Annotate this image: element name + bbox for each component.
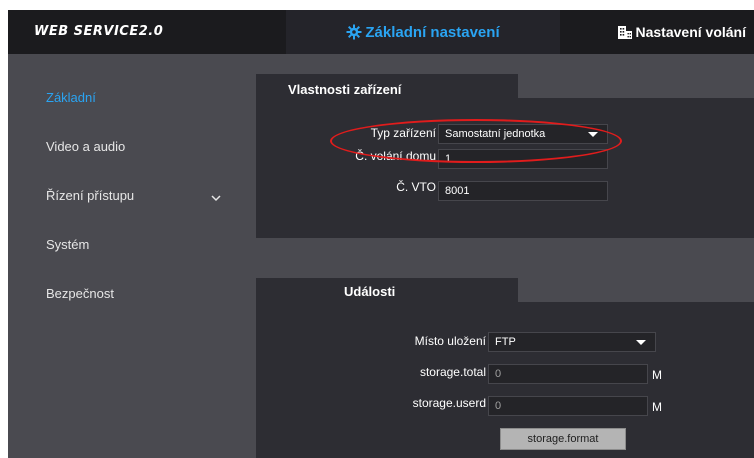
building-icon — [617, 24, 633, 40]
sidebar: Základní Video a audio Řízení přístupu S… — [8, 54, 248, 458]
chevron-down-icon[interactable] — [211, 189, 221, 207]
tab-call-label: Nastavení volání — [635, 24, 747, 40]
sidebar-item-access-control[interactable]: Řízení přístupu — [46, 188, 134, 203]
tab-device-properties[interactable]: Vlastnosti zařízení — [256, 74, 518, 98]
device-properties-title: Vlastnosti zařízení — [288, 82, 402, 97]
storage-used-label: storage.userd — [412, 396, 486, 410]
app-logo: WEB SERVICE2.0 — [34, 24, 164, 39]
events-panel: Místo uložení FTP storage.total 0 M stor… — [256, 302, 754, 458]
storage-total-label: storage.total — [419, 365, 486, 379]
storage-location-value: FTP — [495, 336, 516, 348]
vto-number-label: Č. VTO — [396, 180, 436, 194]
highlight-ellipse — [330, 119, 622, 163]
tab-call-settings[interactable]: Nastavení volání — [560, 10, 754, 54]
tab-basic-settings[interactable]: Základní nastavení — [286, 10, 560, 54]
storage-location-label: Místo uložení — [414, 334, 486, 348]
gear-icon — [346, 24, 362, 40]
app-window: WEB SERVICE2.0 Základní nastavení Nastav… — [8, 10, 754, 458]
dropdown-arrow-icon — [636, 340, 646, 345]
storage-used-unit: M — [652, 400, 662, 414]
sidebar-item-system[interactable]: Systém — [46, 237, 89, 252]
tab-basic-label: Základní nastavení — [365, 23, 500, 41]
sidebar-item-security[interactable]: Bezpečnost — [46, 286, 114, 301]
storage-location-select[interactable]: FTP — [488, 332, 656, 352]
sidebar-item-basic[interactable]: Základní — [46, 90, 96, 105]
events-title: Události — [344, 284, 396, 299]
top-bar: WEB SERVICE2.0 Základní nastavení Nastav… — [8, 10, 754, 54]
sidebar-item-video-audio[interactable]: Video a audio — [46, 139, 125, 154]
storage-total-unit: M — [652, 368, 662, 382]
storage-format-button[interactable]: storage.format — [500, 428, 626, 450]
storage-used-input[interactable]: 0 — [488, 396, 648, 416]
tab-events[interactable]: Události — [256, 278, 518, 302]
storage-total-input[interactable]: 0 — [488, 364, 648, 384]
vto-number-input[interactable]: 8001 — [438, 181, 608, 201]
